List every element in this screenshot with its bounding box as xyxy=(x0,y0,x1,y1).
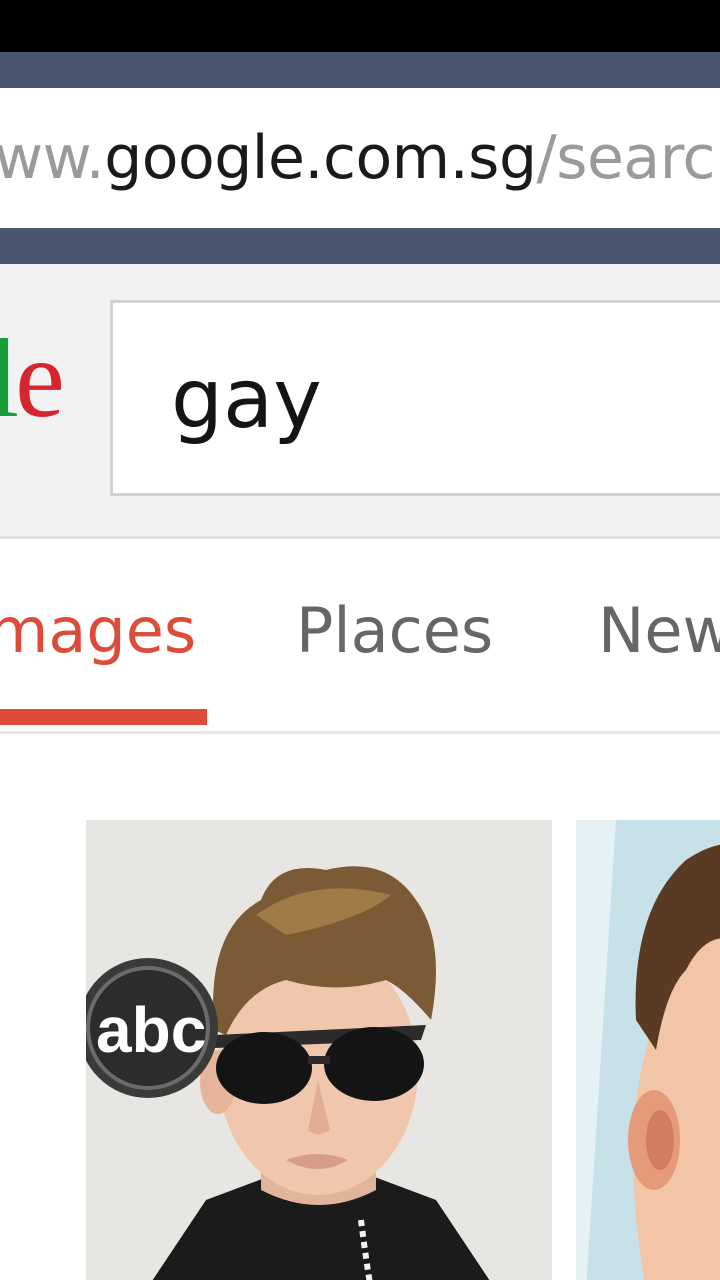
url-prefix: ww. xyxy=(0,123,105,193)
tab-images[interactable]: mages xyxy=(0,595,196,667)
image-result-1[interactable]: abc xyxy=(86,820,552,1280)
google-logo[interactable]: le xyxy=(0,314,65,444)
url-suffix: /searc xyxy=(536,123,716,193)
browser-toolbar: ww.google.com.sg/searc xyxy=(0,52,720,264)
tab-news[interactable]: New xyxy=(598,595,720,667)
image-result-1-graphic: abc xyxy=(86,820,552,1280)
search-header: le gay xyxy=(0,264,720,539)
abc-logo-text: abc xyxy=(96,994,206,1066)
tab-places[interactable]: Places xyxy=(296,595,493,667)
status-bar xyxy=(0,0,720,52)
url-text: ww.google.com.sg/searc xyxy=(0,123,716,193)
search-input[interactable]: gay xyxy=(110,300,720,496)
image-result-2-graphic xyxy=(576,820,720,1280)
search-tabs: mages Places New xyxy=(0,539,720,734)
url-bar[interactable]: ww.google.com.sg/searc xyxy=(0,88,720,228)
image-result-2[interactable] xyxy=(576,820,720,1280)
image-results: abc xyxy=(0,734,720,1280)
active-tab-indicator xyxy=(0,709,207,725)
logo-letter-e: e xyxy=(15,317,65,441)
search-query: gay xyxy=(171,352,322,447)
logo-letter-l: l xyxy=(0,317,19,441)
url-host: google.com.sg xyxy=(104,123,537,193)
